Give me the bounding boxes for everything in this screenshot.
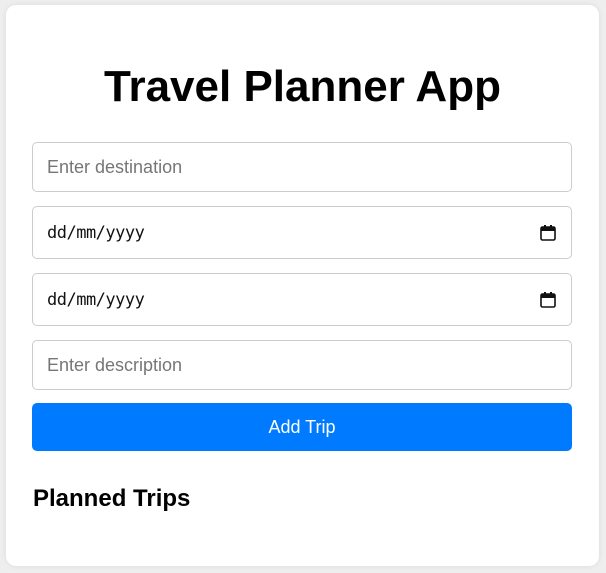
end-date-text: dd/mm/yyyy [47, 289, 145, 310]
calendar-icon[interactable] [539, 224, 557, 242]
page-title: Travel Planner App [104, 62, 501, 111]
description-input[interactable] [32, 340, 572, 390]
end-date-input[interactable]: dd/mm/yyyy [32, 273, 572, 326]
calendar-icon[interactable] [539, 291, 557, 309]
destination-input[interactable] [32, 142, 572, 192]
start-date-text: dd/mm/yyyy [47, 222, 145, 243]
start-date-input[interactable]: dd/mm/yyyy [32, 206, 572, 259]
planned-trips-heading: Planned Trips [33, 485, 191, 512]
app-card: Travel Planner App dd/mm/yyyy dd/mm/yyyy… [6, 5, 599, 566]
add-trip-button[interactable]: Add Trip [32, 403, 572, 451]
